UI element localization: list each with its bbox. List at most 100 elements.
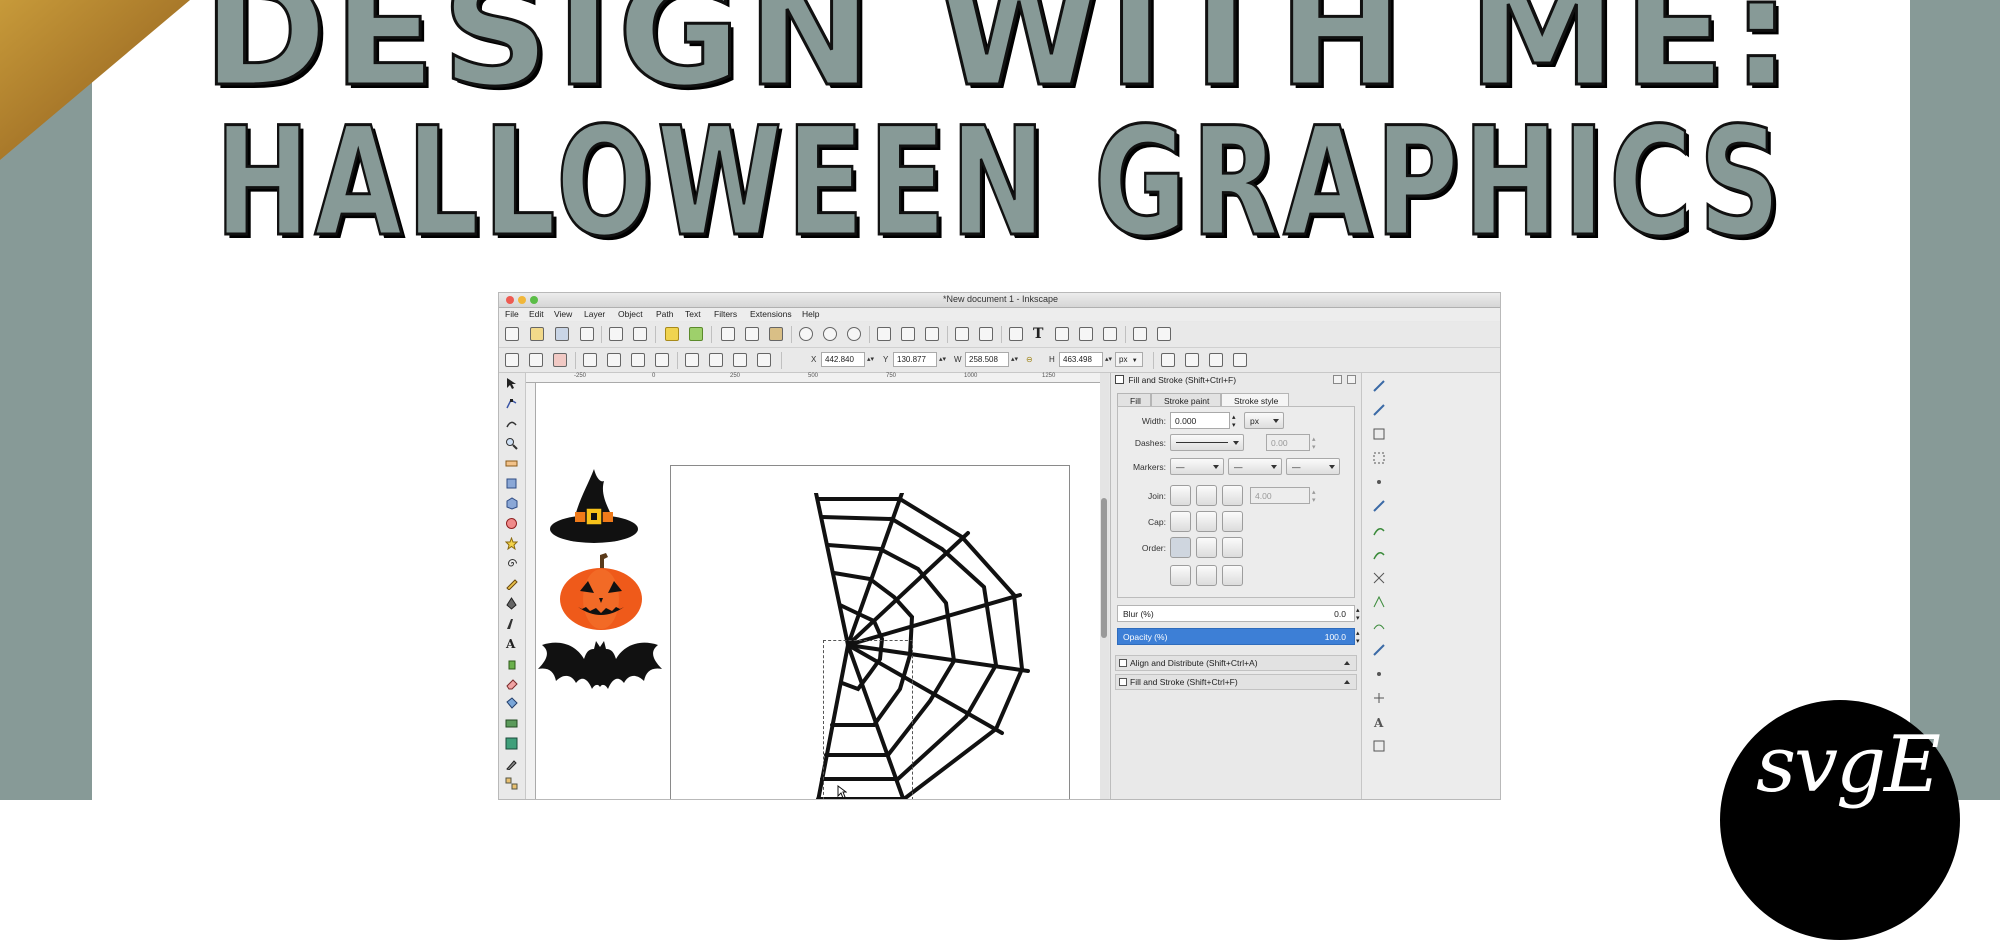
zoom-page-icon[interactable] xyxy=(847,327,861,341)
open-icon[interactable] xyxy=(530,327,544,341)
lock-icon[interactable]: ⊖ xyxy=(1026,355,1033,364)
unit-select[interactable]: px ▼ xyxy=(1115,352,1143,367)
snap-page-border-icon[interactable] xyxy=(1372,739,1386,753)
pencil-icon[interactable] xyxy=(505,577,518,590)
tab-stroke-style[interactable]: Stroke style xyxy=(1221,393,1289,407)
snap-bbox-icon[interactable] xyxy=(1372,403,1386,417)
y-stepper-icon[interactable]: ▴▾ xyxy=(939,355,946,363)
order-markers-stroke-fill-button[interactable] xyxy=(1222,565,1243,586)
mid-marker-select[interactable]: — xyxy=(1228,458,1282,475)
dash-offset-field[interactable]: 0.00 xyxy=(1266,434,1310,451)
star-icon[interactable] xyxy=(505,537,518,550)
miter-limit-stepper-icon[interactable]: ▴ ▾ xyxy=(1312,488,1316,504)
eraser-icon[interactable] xyxy=(505,677,518,690)
tweak-icon[interactable] xyxy=(505,417,518,430)
order-fill-stroke-markers-button[interactable] xyxy=(1170,537,1191,558)
panel-iconify-button[interactable] xyxy=(1333,375,1342,384)
snap-path-icon[interactable] xyxy=(1372,547,1386,561)
square-cap-button[interactable] xyxy=(1222,511,1243,532)
width-stepper-icon[interactable]: ▴ ▾ xyxy=(1232,413,1236,429)
start-marker-select[interactable]: — xyxy=(1170,458,1224,475)
paste-icon[interactable] xyxy=(769,327,783,341)
h-stepper-icon[interactable]: ▴▾ xyxy=(1105,355,1112,363)
miter-join-button[interactable] xyxy=(1170,485,1191,506)
ungroup-icon[interactable] xyxy=(979,327,993,341)
select-all-layers-icon[interactable] xyxy=(529,353,543,367)
mesh-icon[interactable] xyxy=(505,737,518,750)
raise-top-icon[interactable] xyxy=(757,353,771,367)
width-unit-select[interactable]: px xyxy=(1244,412,1284,429)
copy-icon[interactable] xyxy=(721,327,735,341)
rotate-cw-icon[interactable] xyxy=(607,353,621,367)
bat-graphic[interactable] xyxy=(536,639,664,699)
clone-icon[interactable] xyxy=(901,327,915,341)
zoom-icon[interactable] xyxy=(505,437,518,450)
tab-fill[interactable]: Fill xyxy=(1117,393,1151,407)
lower-icon[interactable] xyxy=(709,353,723,367)
opacity-slider[interactable]: Opacity (%) 100.0 xyxy=(1117,628,1355,645)
h-field[interactable]: 463.498 xyxy=(1059,352,1103,367)
rotate-ccw-icon[interactable] xyxy=(583,353,597,367)
tab-stroke-paint[interactable]: Stroke paint xyxy=(1151,393,1221,407)
order-markers-fill-stroke-button[interactable] xyxy=(1170,565,1191,586)
calligraphy-icon[interactable] xyxy=(505,617,518,630)
menu-text[interactable]: Text xyxy=(685,309,701,319)
snap-midpoint-icon[interactable] xyxy=(1372,643,1386,657)
box3d-icon[interactable] xyxy=(505,497,518,510)
undo-icon[interactable] xyxy=(665,327,679,341)
gradient-icon[interactable] xyxy=(505,717,518,730)
snap-bbox-midpoint-icon[interactable] xyxy=(1372,475,1386,489)
snap-nodes-icon[interactable] xyxy=(1372,523,1386,537)
spiral-icon[interactable] xyxy=(505,557,518,570)
document-properties-icon[interactable] xyxy=(1133,327,1147,341)
snap-object-center-icon[interactable] xyxy=(1372,667,1386,681)
menu-edit[interactable]: Edit xyxy=(529,309,544,319)
import-icon[interactable] xyxy=(609,327,623,341)
w-stepper-icon[interactable]: ▴▾ xyxy=(1011,355,1018,363)
dropper-icon[interactable] xyxy=(505,757,518,770)
menu-view[interactable]: View xyxy=(554,309,572,319)
print-icon[interactable] xyxy=(580,327,594,341)
zoom-selection-icon[interactable] xyxy=(799,327,813,341)
dock-fill-stroke[interactable]: Fill and Stroke (Shift+Ctrl+F) xyxy=(1115,674,1357,690)
connector-icon[interactable] xyxy=(505,777,518,790)
save-icon[interactable] xyxy=(555,327,569,341)
snap-bbox-edge-icon[interactable] xyxy=(1372,427,1386,441)
text-icon[interactable]: A xyxy=(505,637,518,650)
end-marker-select[interactable]: — xyxy=(1286,458,1340,475)
menu-layer[interactable]: Layer xyxy=(584,309,605,319)
redo-icon[interactable] xyxy=(689,327,703,341)
flip-vertical-icon[interactable] xyxy=(655,353,669,367)
menu-path[interactable]: Path xyxy=(656,309,674,319)
snap-bbox-center-icon[interactable] xyxy=(1372,499,1386,513)
align-distribute-icon[interactable] xyxy=(1103,327,1117,341)
lower-bottom-icon[interactable] xyxy=(685,353,699,367)
x-stepper-icon[interactable]: ▴▾ xyxy=(867,355,874,363)
preferences-icon[interactable] xyxy=(1157,327,1171,341)
round-join-button[interactable] xyxy=(1196,485,1217,506)
export-icon[interactable] xyxy=(633,327,647,341)
drawing-canvas[interactable] xyxy=(536,383,1100,799)
snap-intersection-icon[interactable] xyxy=(1372,571,1386,585)
witch-hat-graphic[interactable] xyxy=(548,467,640,547)
order-stroke-markers-fill-button[interactable] xyxy=(1196,565,1217,586)
spray-icon[interactable] xyxy=(505,657,518,670)
order-fill-markers-stroke-button[interactable] xyxy=(1222,537,1243,558)
pen-icon[interactable] xyxy=(505,597,518,610)
y-field[interactable]: 130.877 xyxy=(893,352,937,367)
selector-icon[interactable] xyxy=(505,377,518,390)
menu-extensions[interactable]: Extensions xyxy=(750,309,792,319)
new-document-icon[interactable] xyxy=(505,327,519,341)
snap-text-baseline-icon[interactable]: A xyxy=(1372,715,1386,729)
xml-editor-icon[interactable] xyxy=(1079,327,1093,341)
miter-limit-field[interactable]: 4.00 xyxy=(1250,487,1310,504)
node-icon[interactable] xyxy=(505,397,518,410)
x-field[interactable]: 442.840 xyxy=(821,352,865,367)
dash-pattern-select[interactable] xyxy=(1170,434,1244,451)
dash-offset-stepper-icon[interactable]: ▴ ▾ xyxy=(1312,435,1316,451)
selection-bounding-box[interactable] xyxy=(823,640,913,799)
pumpkin-graphic[interactable] xyxy=(558,551,644,631)
text-font-icon[interactable]: T xyxy=(1033,327,1047,341)
snap-rotation-center-icon[interactable] xyxy=(1372,691,1386,705)
duplicate-icon[interactable] xyxy=(877,327,891,341)
